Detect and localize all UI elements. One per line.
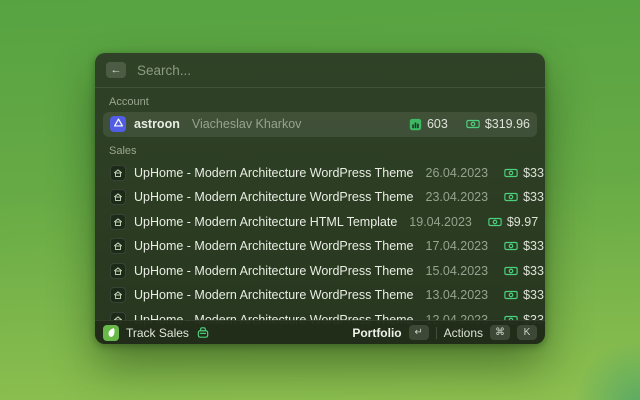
sale-row[interactable]: UpHome - Modern Architecture WordPress T… (103, 259, 545, 284)
sale-date: 19.04.2023 (409, 214, 472, 229)
balance-value: $319.96 (484, 117, 530, 132)
desktop-background: ← Account astroon Viacheslav Kharkov (0, 0, 640, 400)
product-thumbnail-icon (110, 262, 126, 279)
bar-chart-icon (409, 118, 422, 131)
product-thumbnail-icon (110, 189, 126, 206)
sale-amount-accessory: $33.49 (504, 264, 545, 278)
product-thumbnail-icon (110, 213, 126, 230)
sale-date: 23.04.2023 (425, 190, 489, 205)
banknote-icon (504, 191, 518, 203)
sale-amount: $33.49 (523, 190, 545, 205)
triangle-logo-icon (113, 117, 124, 131)
cmd-key-badge: ⌘ (490, 325, 510, 340)
search-input[interactable] (135, 61, 534, 79)
account-avatar (110, 116, 126, 133)
sale-date: 15.04.2023 (425, 263, 489, 278)
footer-divider (435, 326, 437, 339)
sale-amount: $33.49 (523, 288, 545, 303)
sale-title: UpHome - Modern Architecture WordPress T… (134, 288, 414, 303)
banknote-icon (504, 167, 518, 179)
sale-amount-accessory: $33.49 (504, 190, 545, 204)
sale-row[interactable]: UpHome - Modern Architecture WordPress T… (103, 185, 545, 210)
banknote-icon (504, 289, 518, 301)
sale-row[interactable]: UpHome - Modern Architecture WordPress T… (103, 161, 545, 186)
sale-amount: $9.97 (506, 214, 539, 229)
wallet-icon (196, 326, 210, 339)
sale-amount-accessory: $33.49 (504, 166, 545, 180)
sale-date: 17.04.2023 (425, 239, 489, 254)
sale-amount-accessory: $9.97 (488, 215, 538, 229)
primary-action[interactable]: Portfolio (352, 326, 401, 340)
back-button[interactable]: ← (106, 62, 126, 78)
account-owner: Viacheslav Kharkov (191, 117, 302, 132)
k-key-badge: K (517, 325, 537, 340)
balance-accessory: $319.96 (466, 117, 530, 131)
command-name: Track Sales (126, 325, 189, 340)
sale-row[interactable]: UpHome - Modern Architecture WordPress T… (103, 283, 545, 308)
results-list: Account astroon Viacheslav Kharkov 603 $… (95, 88, 545, 344)
account-name: astroon (134, 117, 180, 132)
banknote-icon (488, 216, 502, 228)
sales-rows: UpHome - Modern Architecture WordPress T… (103, 161, 545, 333)
sales-count-accessory: 603 (409, 117, 448, 131)
enter-key-badge: ↵ (408, 325, 429, 340)
section-account: Account (109, 96, 149, 108)
sale-amount: $33.49 (523, 165, 545, 180)
sale-title: UpHome - Modern Architecture WordPress T… (134, 263, 414, 278)
product-thumbnail-icon (110, 287, 126, 304)
actions-button[interactable]: Actions (444, 326, 483, 340)
sales-count-value: 603 (426, 117, 448, 132)
product-thumbnail-icon (110, 164, 126, 181)
banknote-icon (466, 118, 480, 130)
sale-title: UpHome - Modern Architecture WordPress T… (134, 190, 414, 205)
sale-amount: $33.49 (523, 263, 545, 278)
banknote-icon (504, 265, 518, 277)
sale-title: UpHome - Modern Architecture WordPress T… (134, 239, 414, 254)
sale-date: 13.04.2023 (425, 288, 489, 303)
arrow-left-icon: ← (110, 64, 122, 76)
section-sales: Sales (109, 144, 137, 157)
sale-amount-accessory: $33.49 (504, 239, 545, 253)
banknote-icon (504, 240, 518, 252)
search-bar: ← (95, 53, 545, 88)
account-row[interactable]: astroon Viacheslav Kharkov 603 $319.96 (103, 112, 537, 137)
footer-bar: Track Sales Portfolio ↵ Actions ⌘ K (95, 320, 545, 344)
launcher-window: ← Account astroon Viacheslav Kharkov (95, 53, 545, 344)
sale-title: UpHome - Modern Architecture WordPress T… (134, 165, 414, 180)
sale-amount-accessory: $33.49 (504, 288, 545, 302)
sale-amount: $33.49 (523, 239, 545, 254)
sale-title: UpHome - Modern Architecture HTML Templa… (134, 214, 398, 229)
sale-row[interactable]: UpHome - Modern Architecture HTML Templa… (103, 210, 538, 235)
sale-row[interactable]: UpHome - Modern Architecture WordPress T… (103, 234, 545, 259)
sale-date: 26.04.2023 (425, 165, 489, 180)
envato-leaf-icon (103, 324, 119, 341)
product-thumbnail-icon (110, 238, 126, 255)
